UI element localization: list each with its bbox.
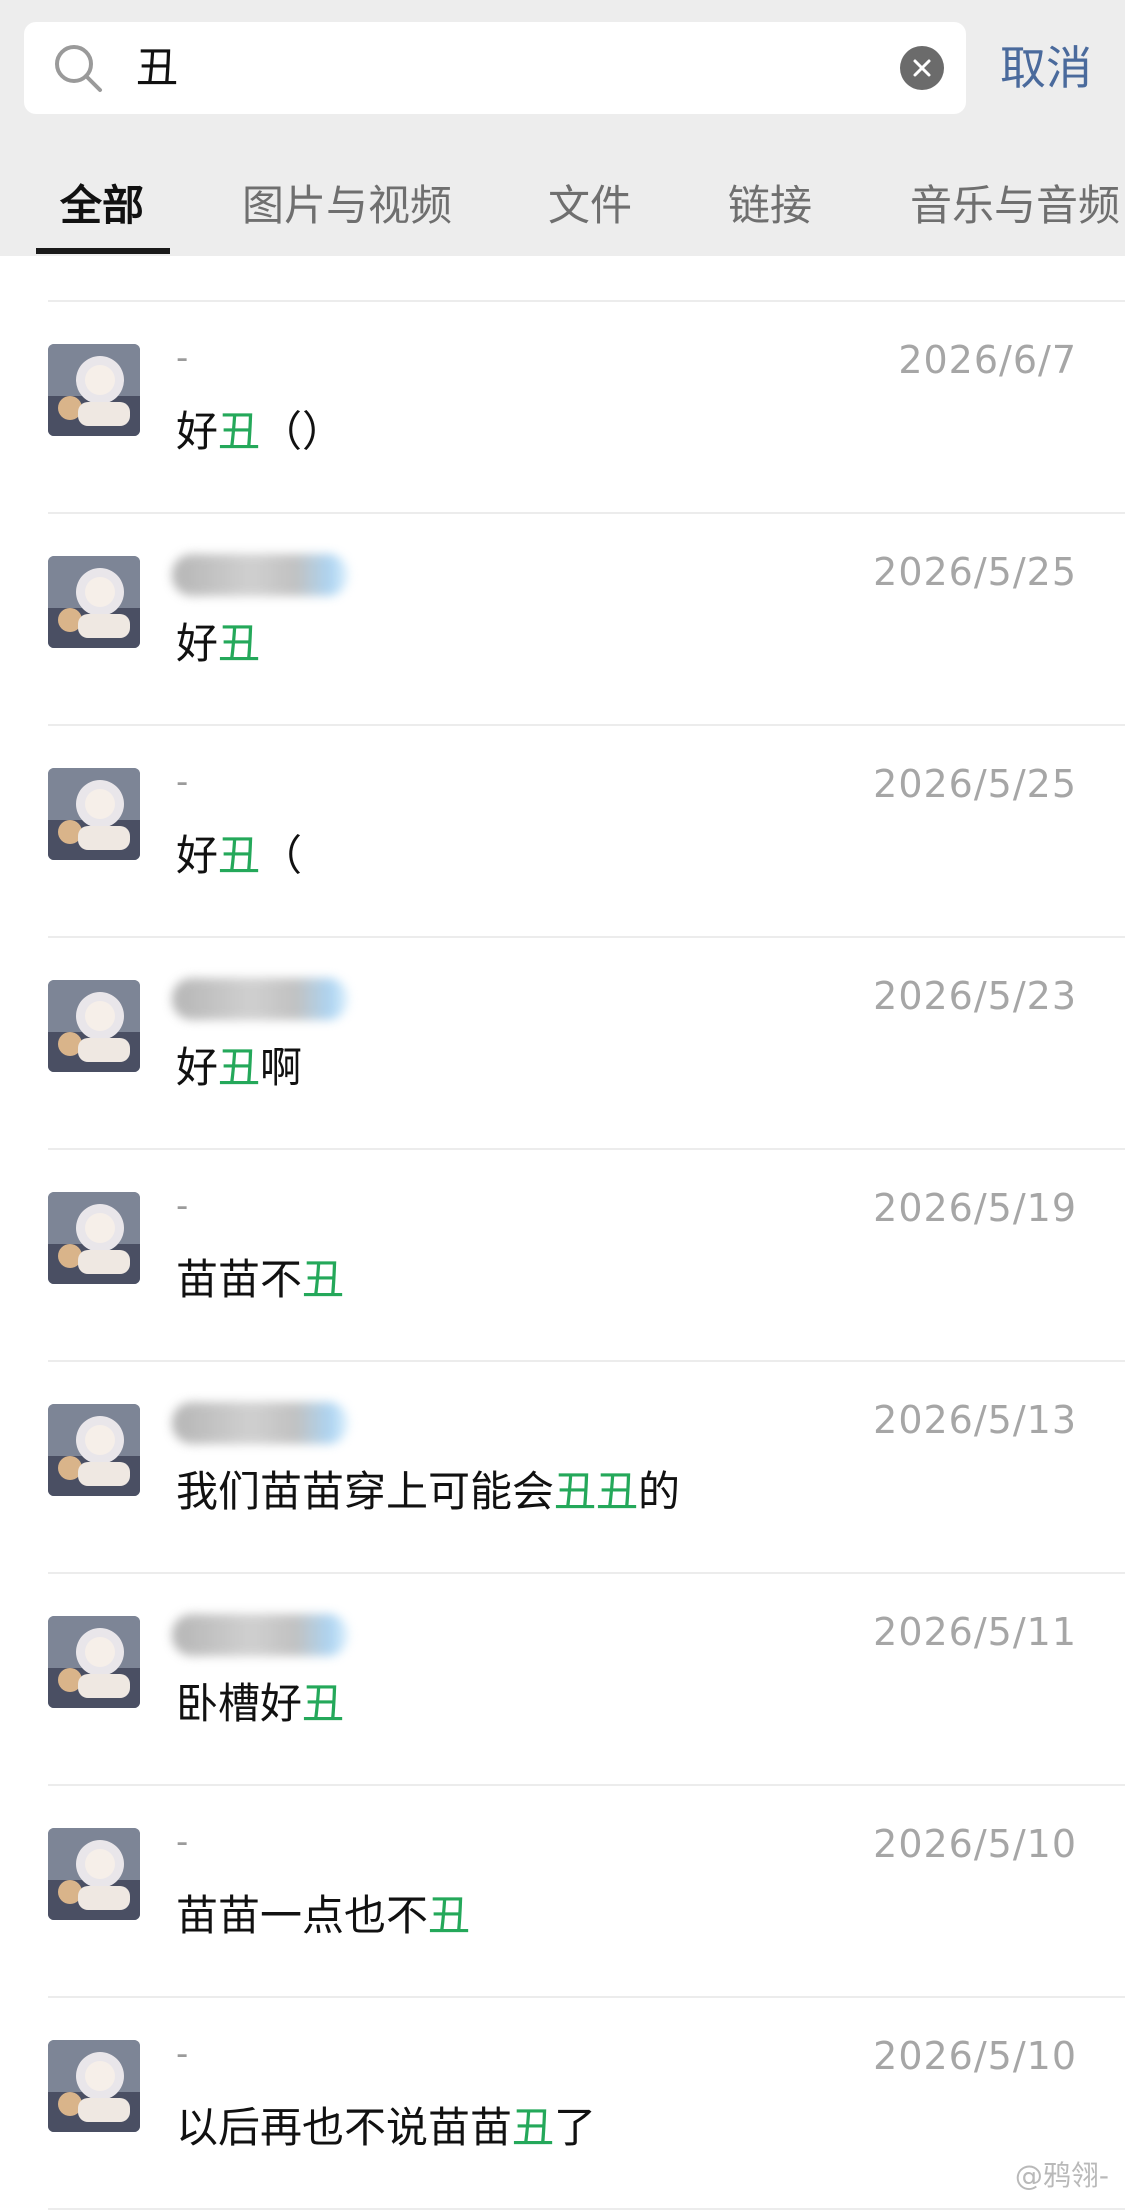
message-text: 好 <box>176 619 218 668</box>
message-text: （） <box>260 407 344 456</box>
result-row[interactable]: 2026/5/25 好丑 <box>0 514 1125 726</box>
avatar <box>48 344 140 436</box>
filter-tabs: 全部 图片与视频 文件 链接 音乐与音频 <box>0 160 1125 256</box>
message-text: 啊 <box>260 1043 302 1092</box>
message-match: 丑 <box>554 1467 596 1516</box>
watermark: @鸦翎- <box>1015 2154 1109 2194</box>
tab-files[interactable]: 文件 <box>548 160 632 256</box>
sender-name: - <box>176 2034 188 2074</box>
message-date: 2026/5/10 <box>873 2034 1077 2078</box>
message-text: 苗苗一点也不 <box>176 1891 428 1940</box>
message-preview: 以后再也不说苗苗丑了 <box>176 2094 596 2155</box>
message-match: 丑 <box>302 1255 344 1304</box>
search-query[interactable]: 丑 <box>136 22 178 114</box>
message-match: 丑 <box>218 1043 260 1092</box>
message-date: 2026/5/11 <box>873 1610 1077 1654</box>
message-date: 2026/5/19 <box>873 1186 1077 1230</box>
avatar <box>48 1616 140 1708</box>
message-date: 2026/5/25 <box>873 550 1077 594</box>
tab-links[interactable]: 链接 <box>728 160 812 256</box>
message-text: 好 <box>176 407 218 456</box>
message-text: 了 <box>554 2103 596 2152</box>
message-match: 丑 <box>218 407 260 456</box>
search-icon <box>52 42 104 94</box>
sender-name: - <box>176 762 188 802</box>
message-date: 2026/5/23 <box>873 974 1077 1018</box>
avatar <box>48 556 140 648</box>
result-row[interactable]: - 2026/6/7 好丑（） <box>0 302 1125 514</box>
message-text: 的 <box>638 1467 680 1516</box>
sender-name-blurred <box>172 1402 348 1444</box>
message-preview: 好丑（ <box>176 822 302 883</box>
clear-search-button[interactable] <box>900 46 944 90</box>
message-match: 丑 <box>218 831 260 880</box>
result-row[interactable]: 2026/5/11 卧槽好丑 <box>0 1574 1125 1786</box>
message-preview: 苗苗一点也不丑 <box>176 1882 470 1943</box>
message-text: 以后再也不说苗苗 <box>176 2103 512 2152</box>
message-text: （ <box>260 831 302 880</box>
search-header: 丑 取消 全部 图片与视频 文件 链接 音乐与音频 <box>0 0 1125 256</box>
message-match: 丑 <box>512 2103 554 2152</box>
message-match: 丑 <box>596 1467 638 1516</box>
avatar <box>48 980 140 1072</box>
message-text: 好 <box>176 831 218 880</box>
message-match: 丑 <box>428 1891 470 1940</box>
close-icon <box>912 58 932 78</box>
sender-name-blurred <box>172 1614 348 1656</box>
search-input[interactable]: 丑 <box>24 22 966 114</box>
message-date: 2026/6/7 <box>898 338 1077 382</box>
result-row[interactable]: - 2026/5/10 苗苗一点也不丑 <box>0 1786 1125 1998</box>
message-preview: 我们苗苗穿上可能会丑丑的 <box>176 1458 680 1519</box>
avatar <box>48 1828 140 1920</box>
message-date: 2026/5/25 <box>873 762 1077 806</box>
sender-name: - <box>176 1186 188 1226</box>
sender-name-blurred <box>172 978 348 1020</box>
tab-photos-videos[interactable]: 图片与视频 <box>242 160 452 256</box>
active-tab-indicator <box>36 248 170 254</box>
avatar <box>48 1192 140 1284</box>
message-match: 丑 <box>302 1679 344 1728</box>
message-date: 2026/5/10 <box>873 1822 1077 1866</box>
avatar <box>48 768 140 860</box>
result-row[interactable]: - 2026/5/25 好丑（ <box>0 726 1125 938</box>
result-row[interactable]: 2026/5/23 好丑啊 <box>0 938 1125 1150</box>
message-date: 2026/5/13 <box>873 1398 1077 1442</box>
message-preview: 卧槽好丑 <box>176 1670 344 1731</box>
message-text: 苗苗不 <box>176 1255 302 1304</box>
avatar <box>48 2040 140 2132</box>
message-text: 我们苗苗穿上可能会 <box>176 1467 554 1516</box>
message-text: 好 <box>176 1043 218 1092</box>
message-preview: 好丑（） <box>176 398 344 459</box>
message-text: 卧槽好 <box>176 1679 302 1728</box>
message-preview: 苗苗不丑 <box>176 1246 344 1307</box>
sender-name-blurred <box>172 554 348 596</box>
result-row[interactable]: 2026/5/13 我们苗苗穿上可能会丑丑的 <box>0 1362 1125 1574</box>
avatar <box>48 1404 140 1496</box>
message-preview: 好丑啊 <box>176 1034 302 1095</box>
message-preview: 好丑 <box>176 610 260 671</box>
sender-name: - <box>176 338 188 378</box>
tab-all[interactable]: 全部 <box>60 160 144 256</box>
sender-name: - <box>176 1822 188 1862</box>
tab-music-audio[interactable]: 音乐与音频 <box>910 160 1120 256</box>
result-row[interactable]: - 2026/5/19 苗苗不丑 <box>0 1150 1125 1362</box>
cancel-button[interactable]: 取消 <box>1000 22 1092 114</box>
result-row[interactable]: - 2026/5/10 以后再也不说苗苗丑了 <box>0 1998 1125 2210</box>
message-match: 丑 <box>218 619 260 668</box>
